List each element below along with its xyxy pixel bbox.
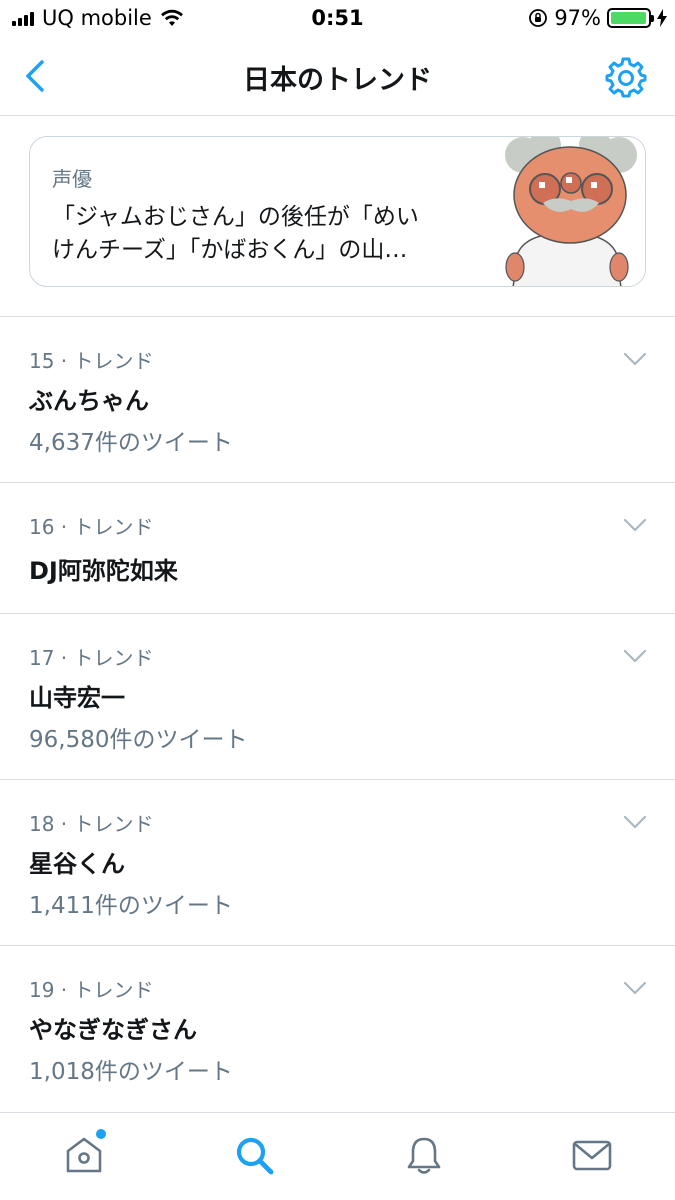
battery-percent: 97% — [554, 6, 601, 30]
trend-item-16[interactable]: 16 · トレンド DJ阿弥陀如来 — [0, 483, 675, 613]
featured-headline-line2: けんチーズ」「かばおくん」の山… — [52, 237, 408, 263]
featured-headline: 「ジャムおじさん」の後任が「めい けんチーズ」「かばおくん」の山… — [52, 201, 492, 267]
tab-notifications[interactable] — [402, 1133, 446, 1177]
trend-name: ぶんちゃん — [29, 387, 149, 415]
chevron-down-icon[interactable] — [623, 351, 647, 367]
battery-icon — [607, 8, 654, 28]
trend-rank-label: 17 · トレンド — [29, 646, 154, 670]
trend-item-17[interactable]: 17 · トレンド 山寺宏一 96,580件のツイート — [0, 614, 675, 779]
chevron-down-icon[interactable] — [623, 814, 647, 830]
home-notification-dot — [96, 1129, 106, 1139]
gear-icon — [605, 57, 647, 98]
featured-thumbnail-image — [495, 137, 645, 286]
trend-tweet-count: 1,018件のツイート — [29, 1059, 233, 1085]
chevron-down-icon[interactable] — [623, 517, 647, 533]
chevron-down-icon[interactable] — [623, 980, 647, 996]
tab-messages[interactable] — [570, 1133, 614, 1177]
trend-tweet-count: 96,580件のツイート — [29, 727, 248, 753]
trend-rank-label: 16 · トレンド — [29, 515, 154, 539]
trends-screen: UQ mobile 0:51 97% 日本のトレンド 声優 「ジャムおじさん」の… — [0, 0, 675, 1200]
featured-news-card[interactable]: 声優 「ジャムおじさん」の後任が「めい けんチーズ」「かばおくん」の山… — [29, 136, 646, 287]
home-icon — [66, 1137, 102, 1173]
trend-item-15[interactable]: 15 · トレンド ぶんちゃん 4,637件のツイート — [0, 317, 675, 482]
page-title: 日本のトレンド — [243, 65, 432, 96]
trend-tweet-count: 4,637件のツイート — [29, 430, 233, 456]
featured-category: 声優 — [52, 167, 92, 191]
trend-tweet-count: 1,411件のツイート — [29, 893, 233, 919]
bottom-tab-bar — [0, 1112, 675, 1200]
trend-rank-label: 19 · トレンド — [29, 978, 154, 1002]
trend-item-19[interactable]: 19 · トレンド やなぎなぎさん 1,018件のツイート — [0, 946, 675, 1111]
battery-level — [611, 12, 646, 24]
charging-bolt-icon — [657, 9, 667, 27]
featured-headline-line1: 「ジャムおじさん」の後任が「めい — [52, 204, 419, 230]
navigation-bar: 日本のトレンド — [0, 38, 675, 116]
status-right: 97% — [528, 6, 667, 30]
tab-search[interactable] — [232, 1133, 276, 1177]
tab-home[interactable] — [62, 1133, 106, 1177]
chevron-down-icon[interactable] — [623, 648, 647, 664]
trend-name: やなぎなぎさん — [29, 1016, 197, 1044]
settings-button[interactable] — [605, 56, 647, 98]
orientation-lock-icon — [529, 9, 548, 27]
status-bar: UQ mobile 0:51 97% — [0, 0, 675, 38]
trend-item-18[interactable]: 18 · トレンド 星谷くん 1,411件のツイート — [0, 780, 675, 945]
search-icon — [236, 1137, 274, 1175]
notifications-bell-icon — [407, 1137, 441, 1174]
trend-name: 星谷くん — [29, 850, 125, 878]
trend-name: DJ阿弥陀如来 — [29, 557, 178, 585]
messages-envelope-icon — [572, 1140, 612, 1171]
trend-name: 山寺宏一 — [29, 684, 125, 712]
trend-rank-label: 15 · トレンド — [29, 349, 154, 373]
trend-rank-label: 18 · トレンド — [29, 812, 154, 836]
